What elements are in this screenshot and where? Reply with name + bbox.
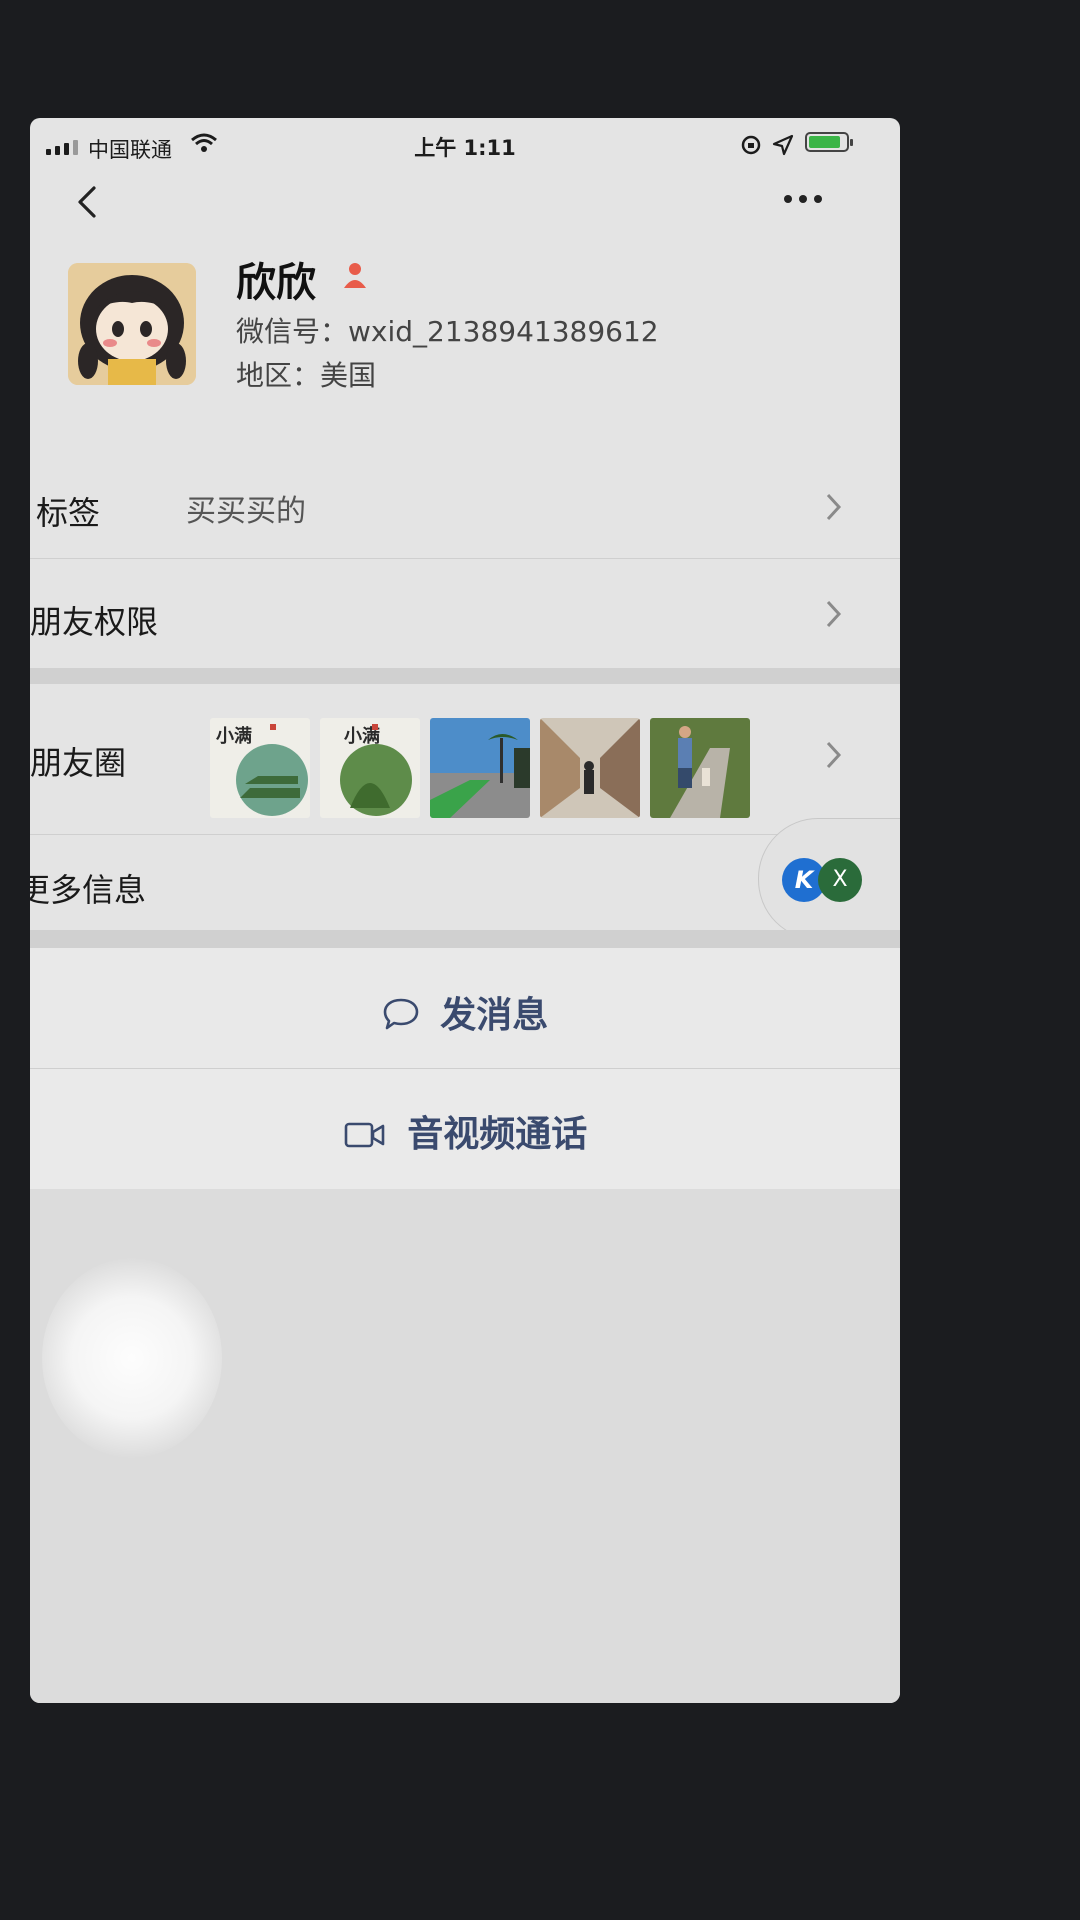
section-separator (30, 668, 900, 684)
avatar[interactable] (68, 263, 196, 385)
ellipsis-icon[interactable] (778, 184, 828, 214)
av-call-content: 音视频通话 (30, 1105, 900, 1157)
chevron-right-icon (826, 741, 842, 769)
chevron-right-icon (826, 600, 842, 628)
status-bar: 中国联通 上午 1:11 (30, 118, 900, 174)
wechat-id: 微信号：wxid_2138941389612 (236, 315, 659, 348)
rotation-lock-icon (741, 135, 761, 155)
location-arrow-icon (772, 134, 794, 156)
chevron-left-icon[interactable] (66, 180, 106, 224)
section-separator (30, 930, 900, 948)
tags-row[interactable]: 标签 买买买的 (30, 458, 900, 558)
poster-art (340, 724, 412, 816)
phone-screen: 中国联通 上午 1:11 欣欣 微信号：wxid_2138941389612 地… (30, 118, 900, 1703)
av-call-label: 音视频通话 (407, 1114, 588, 1155)
send-message-label: 发消息 (440, 995, 549, 1036)
moments-thumbnail[interactable]: 小满 (210, 718, 310, 818)
send-message-content: 发消息 (30, 986, 900, 1038)
close-x-icon[interactable]: X (818, 858, 862, 902)
tags-label: 标签 (36, 494, 101, 532)
more-info-label: 更多信息 (30, 871, 147, 909)
female-person-icon (344, 263, 366, 288)
photo-palm-trees (430, 718, 530, 818)
tags-value: 买买买的 (186, 494, 306, 529)
av-call-button[interactable]: 音视频通话 (30, 1069, 900, 1189)
video-camera-icon (344, 1122, 385, 1148)
permissions-row[interactable]: 朋友权限 (30, 559, 900, 668)
battery-icon (805, 132, 853, 152)
chat-bubble-icon (383, 998, 419, 1030)
avatar-illustration (68, 263, 196, 385)
contact-name: 欣欣 (236, 260, 316, 306)
region: 地区：美国 (236, 359, 377, 392)
moments-thumbnail[interactable] (430, 718, 530, 818)
photo-store-aisle (540, 718, 640, 818)
permissions-label: 朋友权限 (30, 603, 159, 641)
moments-label: 朋友圈 (30, 744, 127, 782)
moments-thumbnail[interactable] (540, 718, 640, 818)
photo-walking (650, 718, 750, 818)
status-time: 上午 1:11 (414, 136, 516, 160)
chevron-right-icon (826, 493, 842, 521)
moments-thumbnail[interactable] (650, 718, 750, 818)
send-message-button[interactable]: 发消息 (30, 948, 900, 1068)
moments-thumbnail[interactable]: 小满 (320, 718, 420, 818)
poster-art (236, 724, 308, 816)
screen-glare (42, 1258, 222, 1458)
